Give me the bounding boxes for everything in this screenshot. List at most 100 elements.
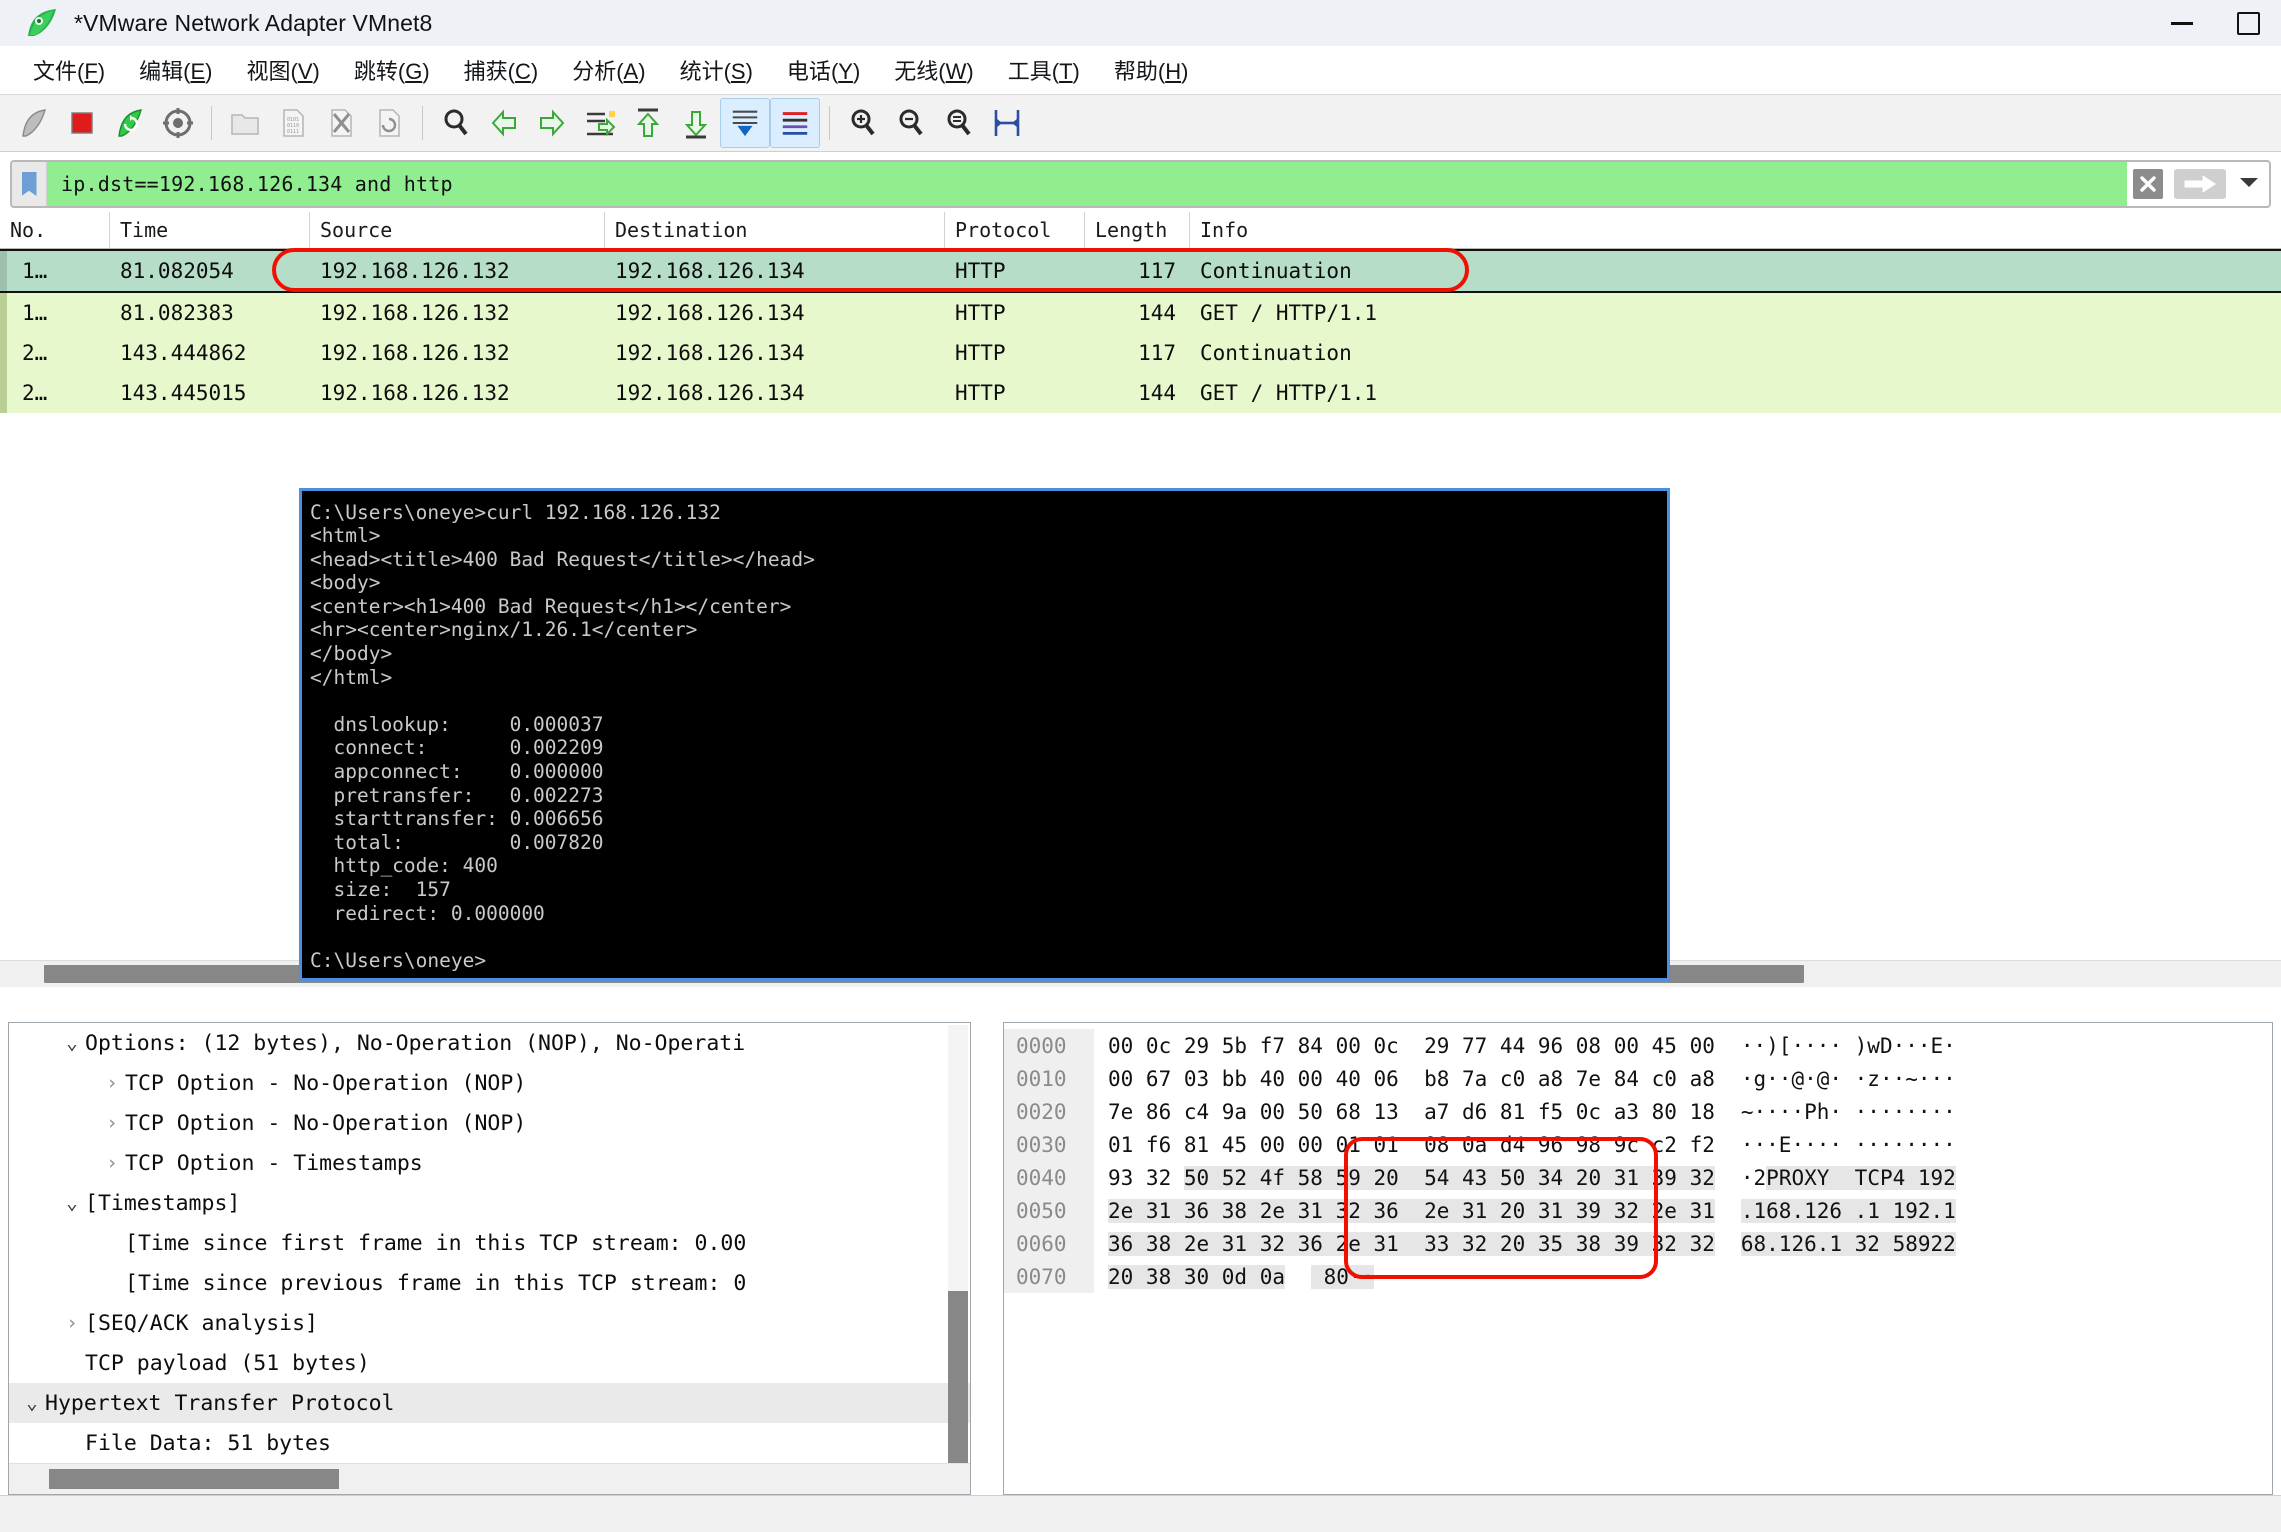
packet-details-vscroll-thumb[interactable]	[948, 1291, 968, 1463]
zoom-out-icon[interactable]	[887, 99, 935, 147]
packet-details-hscroll-thumb[interactable]	[49, 1469, 339, 1489]
resize-columns-icon[interactable]	[983, 99, 1031, 147]
toolbar-separator	[211, 106, 212, 140]
tree-row-label: [SEQ/ACK analysis]	[85, 1311, 318, 1336]
tree-row-label: TCP Option - No-Operation (NOP)	[125, 1071, 526, 1096]
find-packet-icon[interactable]	[432, 99, 480, 147]
hex-dump[interactable]: 0000 00 0c 29 5b f7 84 00 0c 29 77 44 96…	[1004, 1023, 2272, 1494]
column-header-info[interactable]: Info	[1190, 212, 2281, 248]
menu-item-telephony[interactable]: 电话(Y)	[770, 50, 877, 90]
display-filter-bar[interactable]: ip.dst==192.168.126.134 and http	[10, 160, 2271, 208]
go-back-icon[interactable]	[480, 99, 528, 147]
menu-item-statistics[interactable]: 统计(S)	[663, 50, 770, 90]
chevron-right-icon[interactable]: ›	[99, 1072, 125, 1094]
toolbar-separator	[829, 106, 830, 140]
open-file-icon[interactable]	[221, 99, 269, 147]
menu-item-tools[interactable]: 工具(T)	[991, 50, 1097, 90]
menu-item-file[interactable]: 文件(F)	[16, 50, 122, 90]
search-input[interactable]: ip.dst==192.168.126.134 and http	[47, 162, 2127, 206]
apply-filter-button[interactable]	[2169, 162, 2229, 206]
chevron-right-icon[interactable]: ›	[99, 1112, 125, 1134]
menu-item-wireless[interactable]: 无线(W)	[877, 50, 990, 90]
hex-row: 0000 00 0c 29 5b f7 84 00 0c 29 77 44 96…	[1004, 1029, 2272, 1062]
chevron-down-icon[interactable]: ⌄	[59, 1032, 85, 1054]
stop-capture-icon[interactable]	[58, 99, 106, 147]
column-header-length[interactable]: Length	[1085, 212, 1190, 248]
menu-item-go[interactable]: 跳转(G)	[337, 50, 447, 90]
packet-bytes-pane[interactable]: 0000 00 0c 29 5b f7 84 00 0c 29 77 44 96…	[1003, 1022, 2273, 1495]
tree-row[interactable]: ⌄ [Timestamps]	[9, 1183, 970, 1223]
row-marker-bar	[0, 333, 7, 373]
cell-source: 192.168.126.132	[310, 293, 605, 333]
tree-row[interactable]: › TCP Option - No-Operation (NOP)	[9, 1103, 970, 1143]
tree-row[interactable]: ⌄ Options: (12 bytes), No-Operation (NOP…	[9, 1023, 970, 1063]
hex-ascii-selected: .168.126 .1 192.1	[1741, 1199, 1956, 1223]
column-header-source[interactable]: Source	[310, 212, 605, 248]
menu-item-help[interactable]: 帮助(H)	[1097, 50, 1206, 90]
chevron-down-icon	[2238, 175, 2260, 194]
cell-no: 2…	[0, 333, 110, 373]
filter-history-dropdown-button[interactable]	[2229, 162, 2269, 206]
hex-row: 0060 36 38 2e 31 32 36 2e 31 33 32 20 35…	[1004, 1227, 2272, 1260]
column-header-time[interactable]: Time	[110, 212, 310, 248]
packet-details-tree[interactable]: ⌄ Options: (12 bytes), No-Operation (NOP…	[9, 1023, 970, 1463]
wireshark-shark-fin-icon	[26, 8, 60, 38]
hex-bytes: 93 32	[1108, 1166, 1184, 1190]
hex-offset: 0010	[1004, 1062, 1094, 1095]
packet-details-hscrollbar[interactable]	[9, 1463, 970, 1494]
hex-offset: 0070	[1004, 1260, 1094, 1293]
minimize-icon	[2171, 22, 2193, 25]
clear-filter-button[interactable]	[2127, 162, 2169, 206]
tree-row[interactable]: TCP payload (51 bytes)	[9, 1343, 970, 1383]
start-capture-icon[interactable]	[10, 99, 58, 147]
go-forward-icon[interactable]	[528, 99, 576, 147]
go-to-packet-icon[interactable]	[576, 99, 624, 147]
minimize-button[interactable]	[2149, 0, 2215, 46]
pane-splitter[interactable]	[971, 1022, 1003, 1495]
table-row[interactable]: 2… 143.445015 192.168.126.132 192.168.12…	[0, 373, 2281, 413]
packet-details-pane[interactable]: ⌄ Options: (12 bytes), No-Operation (NOP…	[8, 1022, 971, 1495]
hex-bytes: 01 f6 81 45 00 00 01 01 08 0a d4 96 98 9…	[1094, 1133, 1715, 1157]
tree-row[interactable]: [Time since first frame in this TCP stre…	[9, 1223, 970, 1263]
tree-row[interactable]: › TCP Option - Timestamps	[9, 1143, 970, 1183]
tree-row-label: [Timestamps]	[85, 1191, 240, 1216]
close-file-icon[interactable]	[317, 99, 365, 147]
command-prompt-window[interactable]: C:\Users\oneye>curl 192.168.126.132 <htm…	[299, 488, 1670, 981]
tree-row[interactable]: › TCP Option - No-Operation (NOP)	[9, 1063, 970, 1103]
chevron-down-icon[interactable]: ⌄	[59, 1192, 85, 1214]
zoom-in-icon[interactable]	[839, 99, 887, 147]
tree-row[interactable]: › [SEQ/ACK analysis]	[9, 1303, 970, 1343]
reload-file-icon[interactable]	[365, 99, 413, 147]
chevron-right-icon[interactable]: ›	[99, 1152, 125, 1174]
capture-options-icon[interactable]	[154, 99, 202, 147]
apply-filter-arrow-icon	[2174, 169, 2226, 199]
table-row[interactable]: 1… 81.082383 192.168.126.132 192.168.126…	[0, 293, 2281, 333]
table-row[interactable]: 2… 143.444862 192.168.126.132 192.168.12…	[0, 333, 2281, 373]
restart-capture-icon[interactable]	[106, 99, 154, 147]
go-to-last-icon[interactable]	[672, 99, 720, 147]
chevron-right-icon[interactable]: ›	[59, 1312, 85, 1334]
menu-item-capture[interactable]: 捕获(C)	[447, 50, 556, 90]
maximize-button[interactable]	[2215, 0, 2281, 46]
column-header-protocol[interactable]: Protocol	[945, 212, 1085, 248]
menu-item-analyze[interactable]: 分析(A)	[555, 50, 662, 90]
bookmark-icon[interactable]	[12, 162, 47, 206]
window-title: *VMware Network Adapter VMnet8	[74, 10, 432, 37]
table-row[interactable]: 1… 81.082054 192.168.126.132 192.168.126…	[0, 249, 2281, 293]
zoom-reset-icon[interactable]	[935, 99, 983, 147]
column-header-destination[interactable]: Destination	[605, 212, 945, 248]
auto-scroll-icon[interactable]	[720, 98, 770, 148]
tree-row[interactable]: File Data: 51 bytes	[9, 1423, 970, 1463]
save-file-icon[interactable]: 010101100111	[269, 99, 317, 147]
go-to-first-icon[interactable]	[624, 99, 672, 147]
column-header-no[interactable]: No.	[0, 212, 110, 248]
tree-row[interactable]: ⌄ Hypertext Transfer Protocol	[9, 1383, 970, 1423]
chevron-down-icon[interactable]: ⌄	[19, 1392, 45, 1414]
menu-item-edit[interactable]: 编辑(E)	[122, 50, 229, 90]
tree-row-label: Options: (12 bytes), No-Operation (NOP),…	[85, 1031, 745, 1056]
packet-list[interactable]: No. Time Source Destination Protocol Len…	[0, 212, 2281, 1022]
tree-row[interactable]: [Time since previous frame in this TCP s…	[9, 1263, 970, 1303]
colorize-icon[interactable]	[770, 98, 820, 148]
hex-bytes-selected: 2e 31 36 38 2e 31 32 36 2e 31 20 31 39 3…	[1108, 1199, 1715, 1223]
menu-item-view[interactable]: 视图(V)	[229, 50, 336, 90]
